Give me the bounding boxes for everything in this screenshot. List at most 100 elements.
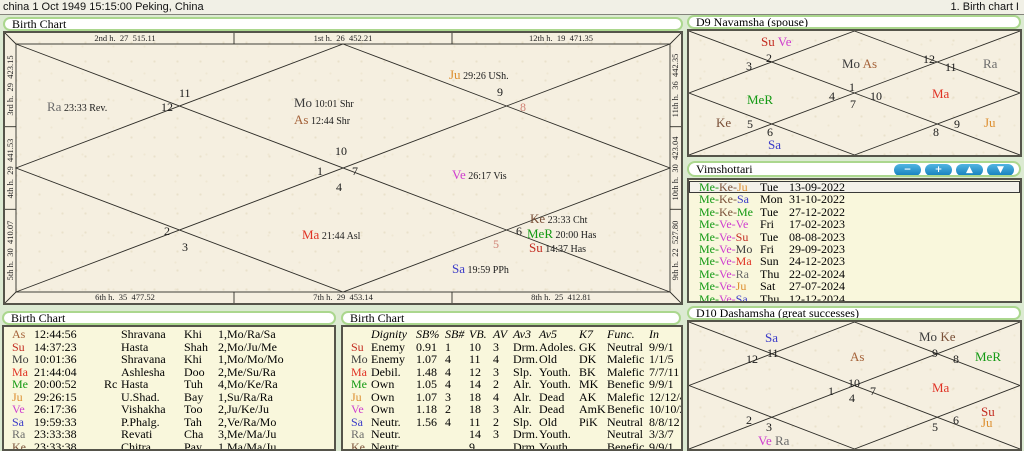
text-segment: Ke: [12, 439, 26, 451]
detail-row: Ke Neutr. 9 Drm. Youth. Benefic 9/9/1: [343, 439, 681, 451]
house-number-12: 12: [161, 99, 173, 115]
details-panel-title: Birth Chart: [341, 311, 681, 325]
text-segment: 8: [953, 352, 959, 366]
text-segment: MeR: [975, 349, 1001, 364]
text-segment: As: [862, 56, 878, 71]
table-cell: [104, 403, 121, 416]
house-number-11: 11: [767, 345, 779, 361]
text-segment: Ra: [47, 99, 62, 114]
d9-panel-title: D9 Navamsha (spouse): [687, 15, 1021, 29]
table-cell: [493, 441, 513, 450]
text-segment: Su: [761, 34, 775, 49]
house-number-9: 9: [954, 116, 960, 132]
planet-positions-table: As 12:44:56 Shravana Khi 1,Mo/Ra/Sa Su 14:37:2…: [2, 325, 336, 451]
text-segment: 23:33:38: [34, 439, 77, 451]
text-segment: Sa: [735, 291, 748, 303]
text-segment: Ke: [351, 439, 365, 451]
text-segment: 3: [766, 420, 772, 434]
planet-ra: Ra: [983, 56, 997, 72]
text-segment: Mo: [919, 329, 938, 344]
house-strip-label: 8th h. 25 412.81: [531, 292, 591, 302]
text-segment: Ke: [716, 115, 732, 130]
birth-data-summary: china 1 Oct 1949 15:15:00 Peking, China: [3, 1, 204, 13]
planet-sa: Sa: [768, 137, 781, 153]
text-segment: Ke: [530, 211, 546, 226]
house-number-8: 8: [933, 124, 939, 140]
text-segment: Ve-: [719, 291, 736, 303]
planet-details-table: Dignity SB% SB# VB. AV Av3 Av5 K7 Func. In Su Enemy…: [341, 325, 683, 451]
house-strip-label: 6th h. 35 477.52: [95, 292, 155, 302]
table-cell: [104, 441, 121, 450]
d10-title-text: D10 Dashamsha (great successes): [696, 306, 859, 320]
house-number-2: 2: [746, 412, 752, 428]
table-cell: PiK: [579, 414, 607, 429]
text-segment: 21:44 Asl: [319, 231, 361, 242]
text-segment: 1.56: [416, 414, 437, 429]
house-number-6: 6: [516, 223, 522, 239]
text-segment: 3: [746, 59, 752, 73]
planet-ma: Ma: [932, 86, 949, 102]
planet-su: Su 14:37 Has: [529, 240, 586, 256]
house-number-11: 11: [945, 59, 957, 75]
d10-dashamsha-chart[interactable]: Sa 12 11 As Mo Ke 9 8 MeR 1 10 7 4 Ma 2 3 Ve Ra 5 6 Su Ju: [687, 320, 1022, 451]
house-strip-label: 11th h. 36 442.35: [670, 53, 680, 118]
table-cell: Benefic: [607, 440, 649, 449]
table-cell: Drm.: [513, 440, 539, 449]
house-number-11: 11: [179, 85, 191, 101]
planet-ke: Ke: [716, 115, 731, 131]
dasha-minus-button[interactable]: −: [894, 164, 921, 175]
text-segment: 12: [923, 52, 935, 66]
text-segment: Sa: [768, 137, 781, 152]
house-number-3: 3: [182, 239, 188, 255]
table-cell: [579, 441, 607, 450]
planet-ju: Ju: [984, 115, 996, 131]
table-cell: Me-Ve-Sa: [699, 291, 760, 303]
text-segment: 2: [766, 51, 772, 65]
text-segment: Youth.: [539, 439, 571, 451]
d1-title-text: Birth Chart: [12, 17, 67, 31]
house-number-5: 5: [493, 236, 499, 252]
planet-ke: Ke 23:33 Cht: [530, 211, 587, 227]
positions-panel-title: Birth Chart: [2, 311, 336, 325]
house-number-12: 12: [923, 51, 935, 67]
house-number-7: 7: [850, 96, 856, 112]
dasha-down-button[interactable]: ▼: [987, 164, 1014, 175]
planet-ju: Ju 29:26 USh.: [449, 67, 509, 83]
planet-me: MeR: [747, 92, 773, 108]
d9-navamsha-chart[interactable]: Su Ve 3 2 Mo As 12 11 Ra MeR 4 1 10 7 Ma Ke 5 6 Sa 8 9 Ju: [687, 29, 1022, 157]
table-cell: 23:33:38: [34, 439, 104, 451]
text-segment: Me-: [699, 291, 719, 303]
planet-ve-ra: Ve Ra: [758, 433, 789, 449]
d1-panel-title: Birth Chart: [3, 17, 683, 31]
table-cell: [445, 441, 469, 450]
text-segment: As: [850, 349, 865, 364]
d1-rasi-chart[interactable]: 2nd h. 27 515.11 1st h. 26 452.21 12th h…: [3, 31, 683, 305]
text-segment: 23:33 Rev.: [61, 103, 108, 114]
text-segment: 1,Ma/Ma/Ju: [218, 439, 277, 451]
table-cell: [104, 391, 121, 404]
house-strip-label: 1st h. 26 452.21: [313, 33, 373, 43]
text-segment: 2: [164, 224, 170, 238]
dasha-up-button[interactable]: ▲: [956, 164, 983, 175]
text-segment: Ke: [940, 329, 956, 344]
text-segment: 5: [932, 420, 938, 434]
text-segment: PiK: [579, 414, 598, 429]
text-segment: Ve: [777, 34, 792, 49]
text-segment: 6: [516, 224, 522, 238]
dasha-row[interactable]: Me-Ve-Sa Thu 12-12-2024: [689, 291, 1020, 303]
planet-ve: Ve 26:17 Vis: [452, 167, 507, 183]
text-segment: Rc: [104, 377, 118, 391]
house-number-3: 3: [746, 58, 752, 74]
house-number-10: 10: [848, 375, 860, 391]
text-segment: 5: [747, 117, 753, 131]
text-segment: 5: [493, 237, 499, 251]
text-segment: Ra: [983, 56, 998, 71]
house-strip-label: 3rd h. 29 423.15: [5, 55, 15, 116]
text-segment: Ma: [932, 86, 950, 101]
title-bar: china 1 Oct 1949 15:15:00 Peking, China …: [0, 0, 1024, 15]
table-cell: [104, 353, 121, 366]
dasha-plus-button[interactable]: +: [925, 164, 952, 175]
house-number-1: 1: [828, 383, 834, 399]
planet-ma: Ma: [932, 380, 949, 396]
table-cell: 4: [445, 415, 469, 429]
